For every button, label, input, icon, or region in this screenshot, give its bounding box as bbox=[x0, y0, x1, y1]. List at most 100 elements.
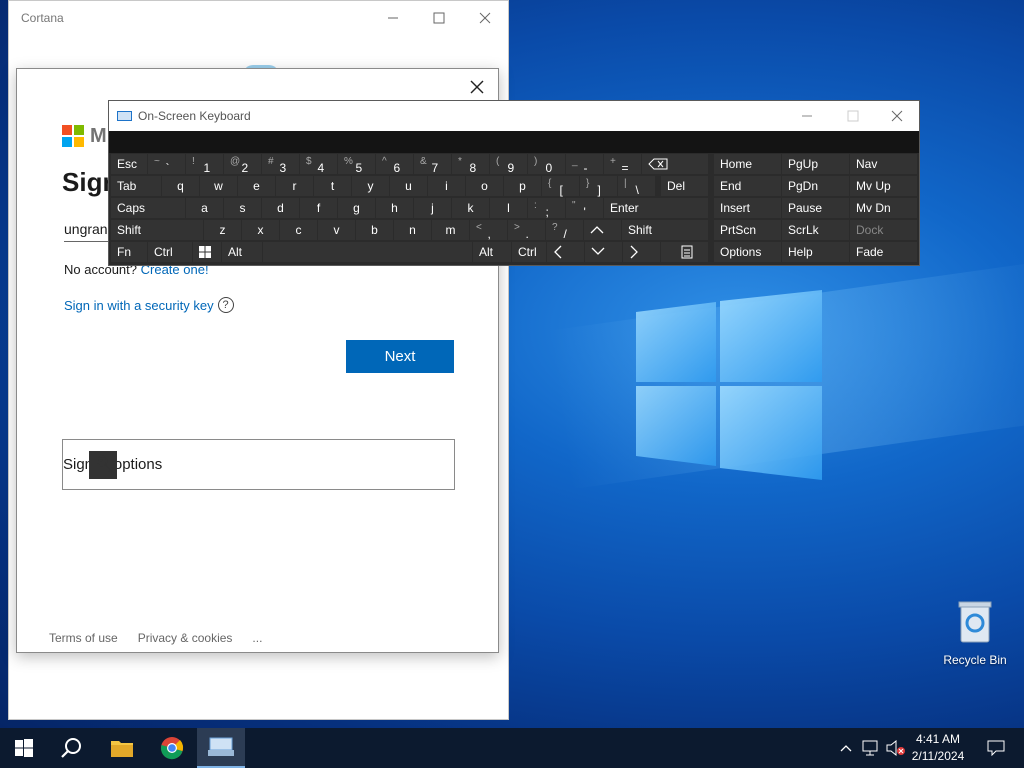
volume-button[interactable] bbox=[884, 728, 906, 768]
key-arrow-left[interactable] bbox=[547, 242, 584, 262]
osk-close-button[interactable] bbox=[875, 103, 919, 129]
osk-maximize-button[interactable] bbox=[831, 103, 875, 129]
key-options[interactable]: Options bbox=[714, 242, 781, 262]
key-number-7[interactable]: & 7 bbox=[414, 154, 451, 175]
key-l[interactable]: l bbox=[490, 198, 527, 218]
key-shift-left[interactable]: Shift bbox=[111, 220, 203, 240]
key-arrow-up[interactable] bbox=[584, 220, 621, 240]
key-alt-right[interactable]: Alt bbox=[473, 242, 511, 262]
key-v[interactable]: v bbox=[318, 220, 355, 240]
key-j[interactable]: j bbox=[414, 198, 451, 218]
more-options-button[interactable]: ... bbox=[252, 631, 262, 645]
key-x[interactable]: x bbox=[242, 220, 279, 240]
key-sym-q-1[interactable]: }] bbox=[580, 176, 617, 197]
signin-options-button[interactable]: Sign-in options bbox=[62, 439, 455, 490]
key-space[interactable] bbox=[263, 242, 472, 262]
close-button[interactable] bbox=[463, 5, 507, 31]
key-number-1[interactable]: ! 1 bbox=[186, 154, 223, 175]
minimize-button[interactable] bbox=[371, 5, 415, 31]
terms-link[interactable]: Terms of use bbox=[49, 631, 118, 645]
next-button[interactable]: Next bbox=[346, 340, 454, 373]
key-sym-z-0[interactable]: <, bbox=[470, 220, 507, 241]
chrome-button[interactable] bbox=[148, 728, 196, 768]
key-fade[interactable]: Fade bbox=[850, 242, 917, 262]
key-number-8[interactable]: * 8 bbox=[452, 154, 489, 175]
key-fn[interactable]: Fn bbox=[111, 242, 147, 262]
key-g[interactable]: g bbox=[338, 198, 375, 218]
recycle-bin[interactable]: Recycle Bin bbox=[942, 600, 1008, 667]
key-sym-a-0[interactable]: :; bbox=[528, 198, 565, 219]
key-z[interactable]: z bbox=[204, 220, 241, 240]
key-sym-q-0[interactable]: {[ bbox=[542, 176, 579, 197]
key-esc[interactable]: Esc bbox=[111, 154, 147, 174]
key-u[interactable]: u bbox=[390, 176, 427, 196]
key-pgup[interactable]: PgUp bbox=[782, 154, 849, 174]
key-menu[interactable] bbox=[661, 242, 708, 262]
key-number-3[interactable]: #3 bbox=[262, 154, 299, 175]
key-pause[interactable]: Pause bbox=[782, 198, 849, 218]
key-sym-a-1[interactable]: " ' bbox=[566, 198, 603, 219]
key-sym-z-1[interactable]: >. bbox=[508, 220, 545, 241]
key-mvdn[interactable]: Mv Dn bbox=[850, 198, 917, 218]
key-dock[interactable]: Dock bbox=[850, 220, 917, 240]
key-home[interactable]: Home bbox=[714, 154, 781, 174]
key-nav[interactable]: Nav bbox=[850, 154, 917, 174]
osk-minimize-button[interactable] bbox=[785, 103, 829, 129]
key-number-0[interactable]: ~ ` bbox=[148, 154, 185, 175]
key-shift-right[interactable]: Shift bbox=[622, 220, 708, 240]
key-number-11[interactable]: _ - bbox=[566, 154, 603, 175]
help-icon[interactable]: ? bbox=[217, 297, 234, 313]
key-prtscn[interactable]: PrtScn bbox=[714, 220, 781, 240]
key-w[interactable]: w bbox=[200, 176, 237, 196]
privacy-link[interactable]: Privacy & cookies bbox=[138, 631, 233, 645]
key-d[interactable]: d bbox=[262, 198, 299, 218]
start-button[interactable] bbox=[0, 728, 48, 768]
key-number-4[interactable]: $4 bbox=[300, 154, 337, 175]
key-number-5[interactable]: % 5 bbox=[338, 154, 375, 175]
key-t[interactable]: t bbox=[314, 176, 351, 196]
osk-taskbar-button[interactable] bbox=[197, 728, 245, 768]
key-help[interactable]: Help bbox=[782, 242, 849, 262]
key-arrow-right[interactable] bbox=[623, 242, 660, 262]
key-alt-left[interactable]: Alt bbox=[222, 242, 262, 262]
clock[interactable]: 4:41 AM 2/11/2024 bbox=[906, 731, 970, 765]
dialog-close-button[interactable] bbox=[465, 75, 489, 99]
key-caps[interactable]: Caps bbox=[111, 198, 185, 218]
key-pgdn[interactable]: PgDn bbox=[782, 176, 849, 196]
security-key-link[interactable]: Sign in with a security key bbox=[64, 298, 214, 313]
key-s[interactable]: s bbox=[224, 198, 261, 218]
key-windows[interactable] bbox=[193, 242, 221, 262]
key-r[interactable]: r bbox=[276, 176, 313, 196]
key-number-6[interactable]: ^ 6 bbox=[376, 154, 413, 175]
key-i[interactable]: i bbox=[428, 176, 465, 196]
network-button[interactable] bbox=[860, 728, 882, 768]
key-scrlk[interactable]: ScrLk bbox=[782, 220, 849, 240]
key-ctrl-right[interactable]: Ctrl bbox=[512, 242, 546, 262]
key-end[interactable]: End bbox=[714, 176, 781, 196]
key-p[interactable]: p bbox=[504, 176, 541, 196]
key-sym-q-2[interactable]: | \ bbox=[618, 176, 655, 197]
key-e[interactable]: e bbox=[238, 176, 275, 196]
key-number-2[interactable]: @2 bbox=[224, 154, 261, 175]
key-number-10[interactable]: ) 0 bbox=[528, 154, 565, 175]
key-n[interactable]: n bbox=[394, 220, 431, 240]
maximize-button[interactable] bbox=[417, 5, 461, 31]
key-k[interactable]: k bbox=[452, 198, 489, 218]
key-mvup[interactable]: Mv Up bbox=[850, 176, 917, 196]
key-number-12[interactable]: + = bbox=[604, 154, 641, 175]
key-del[interactable]: Del bbox=[661, 176, 708, 196]
file-explorer-button[interactable] bbox=[98, 728, 146, 768]
key-h[interactable]: h bbox=[376, 198, 413, 218]
key-m[interactable]: m bbox=[432, 220, 469, 240]
search-button[interactable] bbox=[48, 728, 96, 768]
show-hidden-icons-button[interactable] bbox=[836, 728, 856, 768]
key-sym-z-2[interactable]: ? / bbox=[546, 220, 583, 241]
key-number-9[interactable]: (9 bbox=[490, 154, 527, 175]
key-backspace[interactable] bbox=[642, 154, 708, 174]
key-o[interactable]: o bbox=[466, 176, 503, 196]
key-ctrl-left[interactable]: Ctrl bbox=[148, 242, 192, 262]
key-enter[interactable]: Enter bbox=[604, 198, 708, 218]
key-arrow-down[interactable] bbox=[585, 242, 622, 262]
key-b[interactable]: b bbox=[356, 220, 393, 240]
key-a[interactable]: a bbox=[186, 198, 223, 218]
